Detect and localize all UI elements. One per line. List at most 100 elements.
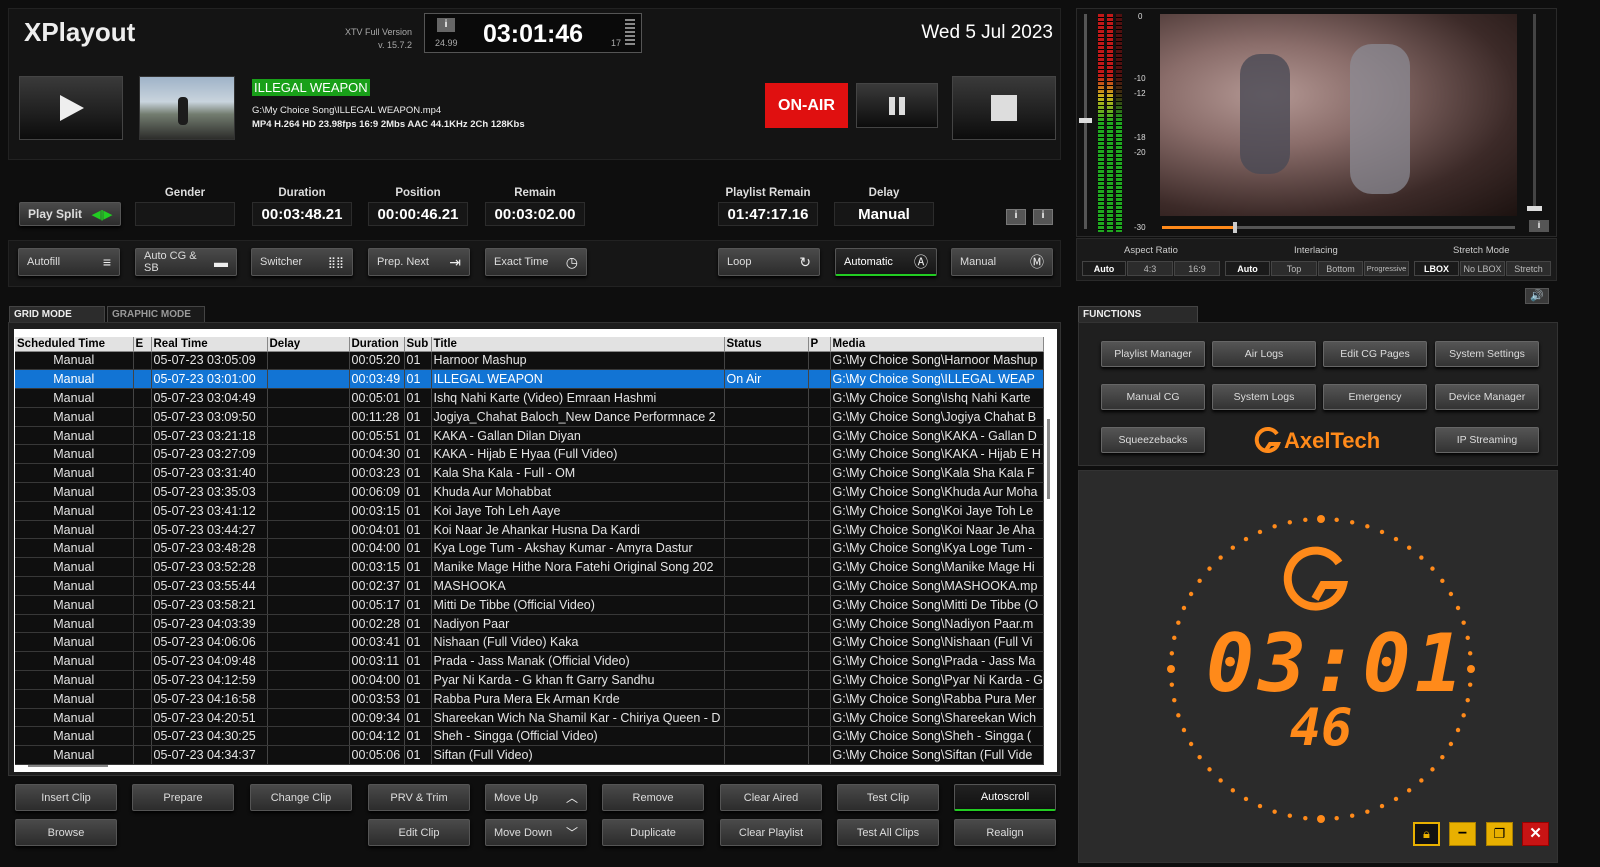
test-clip-button[interactable]: Test Clip — [837, 784, 939, 811]
table-row[interactable]: Manual 05-07-23 04:12:59 00:04:00 01 Pyar Ni… — [15, 670, 1044, 690]
preview-progress[interactable] — [1162, 222, 1515, 233]
prep-next-button[interactable]: Prep. Next ⇥ — [368, 248, 470, 276]
aspect-16-9[interactable]: 16:9 — [1174, 261, 1220, 276]
remove-button[interactable]: Remove — [602, 784, 704, 811]
move-down-button[interactable]: Move Down ﹀ — [485, 819, 587, 846]
table-row[interactable]: Manual 05-07-23 03:55:44 00:02:37 01 MASHOOK… — [15, 576, 1044, 596]
insert-clip-button[interactable]: Insert Clip — [15, 784, 117, 811]
automatic-button[interactable]: Automatic Ⓐ — [835, 248, 937, 276]
preview-info-button[interactable]: i — [1529, 220, 1549, 232]
manual-cg-button[interactable]: Manual CG — [1101, 384, 1205, 410]
table-row[interactable]: Manual 05-07-23 03:01:00 00:03:49 01 ILLEGAL… — [15, 369, 1044, 390]
clear-aired-button[interactable]: Clear Aired — [720, 784, 822, 811]
move-up-button[interactable]: Move Up ︿ — [485, 784, 587, 811]
playlist-manager-button[interactable]: Playlist Manager — [1101, 341, 1205, 367]
stop-button[interactable] — [952, 76, 1056, 140]
clear-playlist-button[interactable]: Clear Playlist — [720, 819, 822, 846]
speaker-icon[interactable]: 🔊 — [1525, 288, 1549, 304]
device-manager-button[interactable]: Device Manager — [1435, 384, 1539, 410]
stretch-no-lbox[interactable]: No LBOX — [1460, 261, 1505, 276]
col-scheduled[interactable]: Scheduled Time — [15, 337, 134, 352]
tab-grid-mode[interactable]: GRID MODE — [9, 306, 105, 323]
exact-time-button[interactable]: Exact Time ◷ — [485, 248, 587, 276]
info-button-2[interactable]: i — [1033, 209, 1053, 225]
table-row[interactable]: Manual 05-07-23 03:04:49 00:05:01 01 Ishq Na… — [15, 388, 1044, 408]
edit-clip-button[interactable]: Edit Clip — [368, 819, 470, 846]
realign-button[interactable]: Realign — [954, 819, 1056, 846]
table-row[interactable]: Manual 05-07-23 03:05:09 00:05:20 01 Harnoor… — [15, 351, 1044, 371]
prv-trim-button[interactable]: PRV & Trim — [368, 784, 470, 811]
auto-cg-button[interactable]: Auto CG & SB ▬ — [135, 248, 237, 276]
manual-button[interactable]: Manual Ⓜ — [951, 248, 1053, 276]
grid-scroll-thumb[interactable] — [1047, 419, 1050, 499]
loop-button[interactable]: Loop ↻ — [718, 248, 820, 276]
table-row[interactable]: Manual 05-07-23 03:35:03 00:06:09 01 Khuda A… — [15, 482, 1044, 502]
stretch-lbox[interactable]: LBOX — [1414, 261, 1459, 276]
table-row[interactable]: Manual 05-07-23 04:30:25 00:04:12 01 Sheh - … — [15, 726, 1044, 747]
lock-icon[interactable]: 🔒︎ — [1413, 822, 1440, 846]
table-row[interactable]: Manual 05-07-23 04:06:06 00:03:41 01 Nishaan… — [15, 632, 1044, 653]
switcher-button[interactable]: Switcher ⣿⣿ — [251, 248, 353, 276]
close-icon[interactable]: ✕ — [1522, 822, 1549, 846]
play-split-button[interactable]: Play Split ◀|▶ — [19, 202, 121, 226]
pause-button[interactable] — [856, 83, 938, 128]
col-status[interactable]: Status — [724, 337, 809, 352]
ip-streaming-button[interactable]: IP Streaming — [1435, 427, 1539, 453]
duplicate-button[interactable]: Duplicate — [602, 819, 704, 846]
autoscroll-button[interactable]: Autoscroll — [954, 784, 1056, 811]
system-logs-button[interactable]: System Logs — [1212, 384, 1316, 410]
tab-functions[interactable]: FUNCTIONS — [1078, 306, 1198, 323]
autofill-button[interactable]: Autofill ≡ — [18, 248, 120, 276]
table-row[interactable]: Manual 05-07-23 04:16:58 00:03:53 01 Rabba P… — [15, 689, 1044, 709]
col-media[interactable]: Media — [830, 337, 1044, 352]
col-real-time[interactable]: Real Time — [151, 337, 268, 352]
table-row[interactable]: Manual 05-07-23 03:27:09 00:04:30 01 KAKA - … — [15, 444, 1044, 465]
stretch-stretch[interactable]: Stretch — [1506, 261, 1551, 276]
info-button-1[interactable]: i — [1006, 209, 1026, 225]
table-row[interactable]: Manual 05-07-23 03:21:18 00:05:51 01 KAKA - … — [15, 426, 1044, 446]
col-delay[interactable]: Delay — [267, 337, 350, 352]
col-p[interactable]: P — [808, 337, 831, 352]
air-logs-button[interactable]: Air Logs — [1212, 341, 1316, 367]
col-title[interactable]: Title — [431, 337, 725, 352]
playlist-grid[interactable]: Scheduled Time E Real Time Delay Duratio… — [15, 337, 1044, 766]
change-clip-button[interactable]: Change Clip — [250, 784, 352, 811]
table-row[interactable]: Manual 05-07-23 03:09:50 00:11:28 01 Jogiya_… — [15, 407, 1044, 427]
restore-icon[interactable]: ❐ — [1486, 822, 1513, 846]
grid-scrollbar[interactable] — [1045, 349, 1053, 769]
browse-button[interactable]: Browse — [15, 819, 117, 846]
table-row[interactable]: Manual 05-07-23 04:20:51 00:09:34 01 Shareek… — [15, 708, 1044, 728]
squeezebacks-button[interactable]: Squeezebacks — [1101, 427, 1205, 453]
preview-volume-slider[interactable] — [1527, 14, 1542, 211]
tab-graphic-mode[interactable]: GRAPHIC MODE — [107, 306, 205, 323]
system-settings-button[interactable]: System Settings — [1435, 341, 1539, 367]
aspect-4-3[interactable]: 4:3 — [1127, 261, 1173, 276]
col-sub[interactable]: Sub — [404, 337, 432, 352]
table-row[interactable]: Manual 05-07-23 04:09:48 00:03:11 01 Prada -… — [15, 651, 1044, 672]
table-row[interactable]: Manual 05-07-23 03:48:28 00:04:00 01 Kya Log… — [15, 538, 1044, 559]
table-row[interactable]: Manual 05-07-23 03:44:27 00:04:01 01 Koi Naa… — [15, 520, 1044, 540]
prepare-button[interactable]: Prepare — [132, 784, 234, 811]
table-row[interactable]: Manual 05-07-23 04:03:39 00:02:28 01 Nadiyon… — [15, 614, 1044, 634]
grid-hscroll[interactable] — [28, 765, 108, 767]
test-all-clips-button[interactable]: Test All Clips — [837, 819, 939, 846]
aspect-auto[interactable]: Auto — [1082, 261, 1126, 276]
table-row[interactable]: Manual 05-07-23 04:34:37 00:05:06 01 Siftan … — [15, 745, 1044, 766]
vu-fader[interactable] — [1079, 14, 1092, 229]
table-row[interactable]: Manual 05-07-23 03:41:12 00:03:15 01 Koi Jay… — [15, 501, 1044, 521]
col-duration[interactable]: Duration — [349, 337, 405, 352]
table-row[interactable]: Manual 05-07-23 03:52:28 00:03:15 01 Manike … — [15, 557, 1044, 578]
emergency-button[interactable]: Emergency — [1323, 384, 1427, 410]
interlacing-bottom[interactable]: Bottom — [1318, 261, 1363, 276]
info-icon[interactable]: i — [437, 18, 455, 32]
minimize-icon[interactable]: − — [1449, 822, 1476, 846]
interlacing-top[interactable]: Top — [1271, 261, 1317, 276]
preview-volume-knob[interactable] — [1527, 206, 1542, 211]
interlacing-auto[interactable]: Auto — [1225, 261, 1270, 276]
vu-fader-knob[interactable] — [1079, 118, 1092, 123]
table-row[interactable]: Manual 05-07-23 03:31:40 00:03:23 01 Kala Sh… — [15, 463, 1044, 484]
edit-cg-pages-button[interactable]: Edit CG Pages — [1323, 341, 1427, 367]
play-button[interactable] — [19, 76, 123, 140]
preview-progress-handle[interactable] — [1232, 222, 1237, 233]
col-e[interactable]: E — [133, 337, 152, 352]
